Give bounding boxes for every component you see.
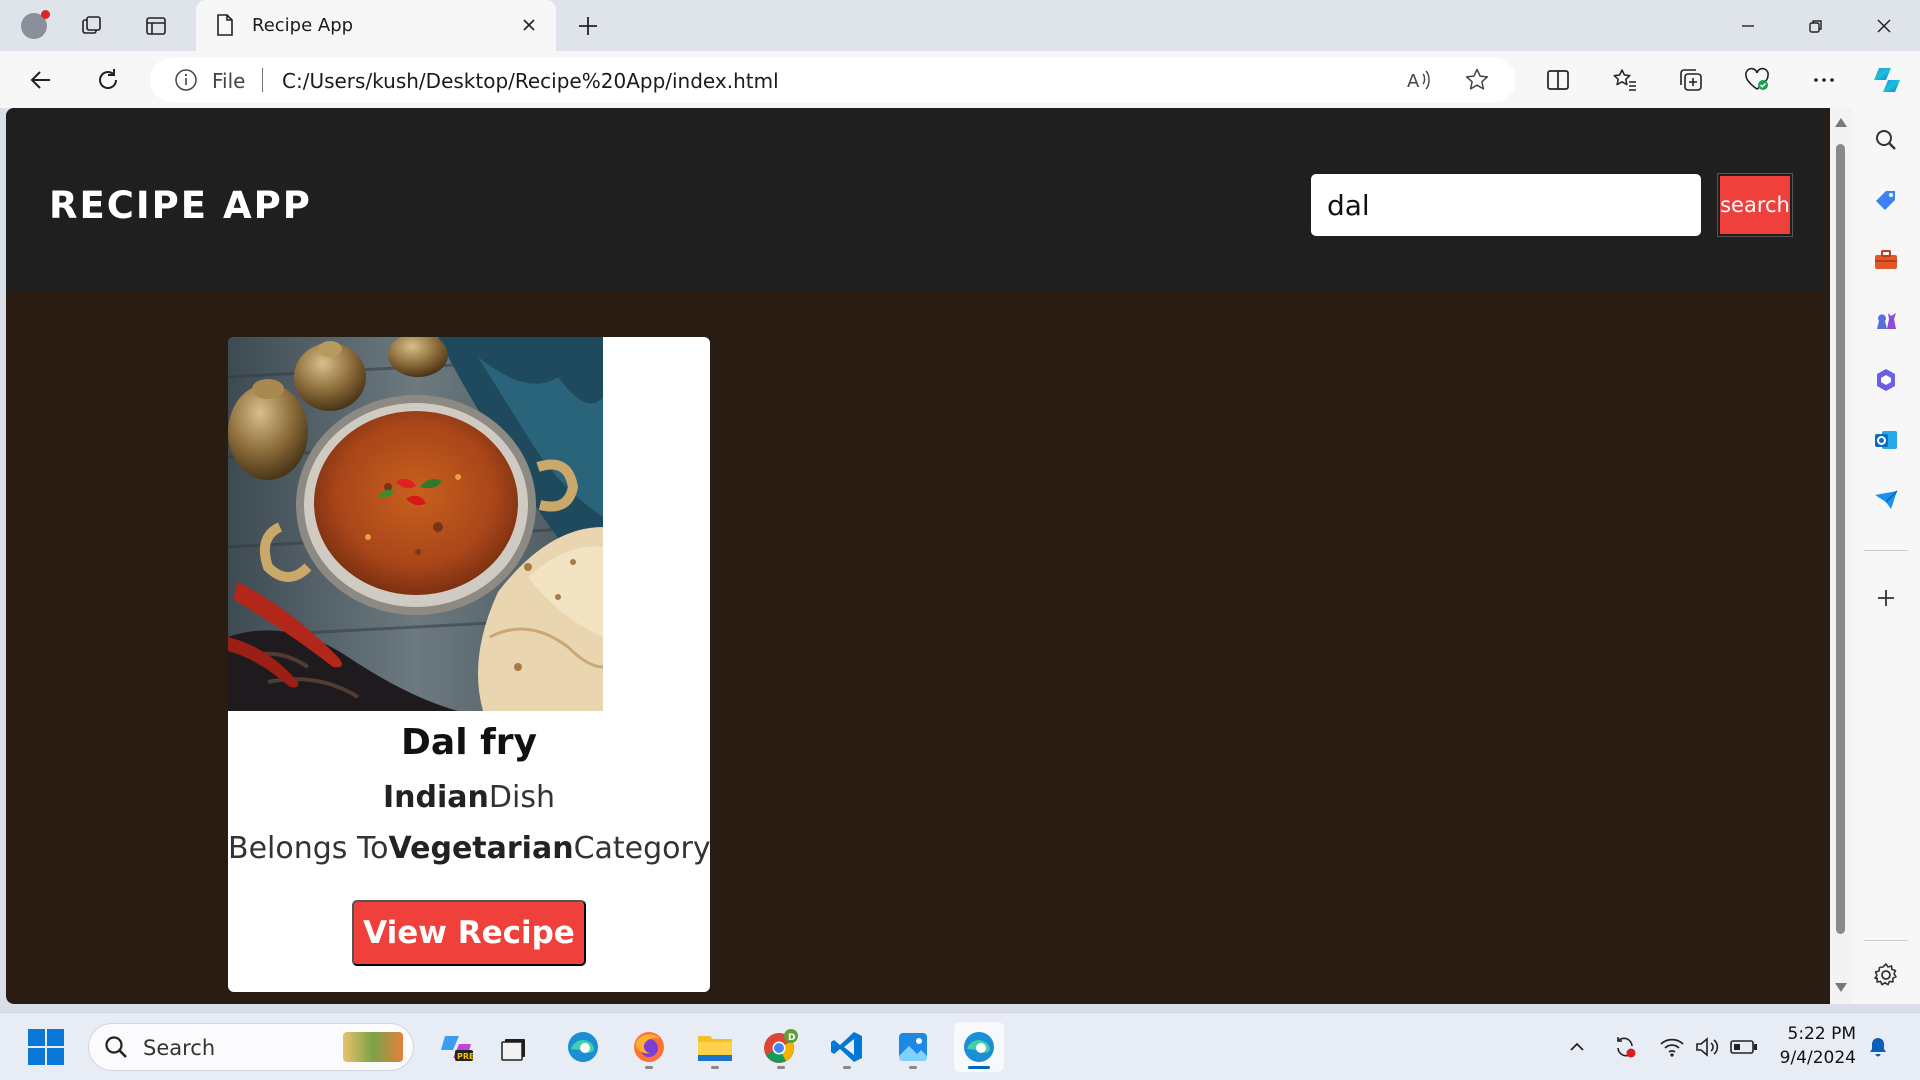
sync-alert-icon[interactable] <box>1609 1031 1641 1063</box>
chevron-up-icon[interactable] <box>1561 1031 1593 1063</box>
firefox-icon[interactable] <box>624 1022 674 1072</box>
wifi-icon[interactable] <box>1656 1031 1688 1063</box>
windows-taskbar: Search PRE D 5:22 PM 9/4/2024 <box>0 1012 1920 1080</box>
svg-text:D: D <box>788 1033 795 1043</box>
address-divider <box>262 68 263 92</box>
file-explorer-icon[interactable] <box>690 1022 740 1072</box>
task-view-icon[interactable] <box>490 1022 540 1072</box>
scroll-down-arrow-icon[interactable] <box>1835 983 1847 992</box>
search-icon[interactable] <box>1867 121 1905 159</box>
refresh-icon[interactable] <box>87 59 129 101</box>
vscode-icon[interactable] <box>822 1022 872 1072</box>
svg-text:PRE: PRE <box>457 1052 473 1061</box>
workspaces-icon[interactable] <box>74 8 110 44</box>
clock-date: 9/4/2024 <box>1779 1048 1856 1068</box>
close-icon[interactable] <box>512 8 546 42</box>
volume-icon[interactable] <box>1692 1031 1724 1063</box>
clock-time: 5:22 PM <box>1787 1024 1857 1044</box>
search-input[interactable] <box>1311 174 1701 236</box>
collections-icon[interactable] <box>1670 59 1712 101</box>
games-icon[interactable] <box>1867 301 1905 339</box>
scroll-up-arrow-icon[interactable] <box>1835 118 1847 127</box>
tab-actions-icon[interactable] <box>138 8 174 44</box>
recipe-category-prefix: Belongs To <box>228 831 389 866</box>
recipe-category-value: Vegetarian <box>388 831 574 866</box>
info-icon[interactable] <box>174 68 198 96</box>
app-header: RECIPE APP search <box>6 108 1824 292</box>
recipe-image <box>228 337 603 711</box>
outlook-icon[interactable] <box>1867 421 1905 459</box>
app-running-indicator <box>777 1066 785 1069</box>
address-bar[interactable]: File C:/Users/kush/Desktop/Recipe%20App/… <box>150 58 1516 102</box>
photos-icon[interactable] <box>888 1022 938 1072</box>
split-screen-icon[interactable] <box>1537 59 1579 101</box>
browser-essentials-icon[interactable] <box>1736 59 1778 101</box>
app-running-indicator <box>645 1066 653 1069</box>
browser-toolbar: File C:/Users/kush/Desktop/Recipe%20App/… <box>0 51 1920 108</box>
notification-bell-icon[interactable] <box>1862 1031 1894 1063</box>
recipe-category: Belongs ToVegetarianCategory <box>228 831 710 866</box>
taskbar-search-icon <box>103 1034 129 1064</box>
add-icon[interactable] <box>1867 579 1905 617</box>
tools-icon[interactable] <box>1867 241 1905 279</box>
edge-icon[interactable] <box>558 1022 608 1072</box>
view-recipe-button[interactable]: View Recipe <box>352 900 586 966</box>
address-scheme-label: File <box>212 69 246 93</box>
settings-icon[interactable] <box>1867 956 1905 994</box>
tab-title: Recipe App <box>252 15 354 36</box>
app-active-indicator <box>968 1066 990 1069</box>
page-icon <box>214 13 236 41</box>
taskbar-search-label: Search <box>143 1036 216 1060</box>
favorites-icon[interactable] <box>1604 59 1646 101</box>
recipe-card: Dal fry IndianDish Belongs ToVegetarianC… <box>228 337 710 992</box>
recipe-name: Dal fry <box>401 722 537 763</box>
copilot-pre-icon[interactable]: PRE <box>431 1022 481 1072</box>
taskbar-clock[interactable]: 5:22 PM 9/4/2024 <box>1760 1022 1856 1070</box>
scroll-thumb[interactable] <box>1836 144 1845 934</box>
app-running-indicator <box>711 1066 719 1069</box>
recipe-area-value: Indian <box>383 780 489 815</box>
restore-icon[interactable] <box>1784 0 1848 51</box>
minimize-icon[interactable] <box>1716 0 1780 51</box>
search-highlight-image <box>343 1032 403 1062</box>
address-url[interactable]: C:/Users/kush/Desktop/Recipe%20App/index… <box>282 69 779 93</box>
plus-icon[interactable] <box>570 8 606 44</box>
app-running-indicator <box>909 1066 917 1069</box>
browser-tab-active[interactable]: Recipe App <box>196 0 556 51</box>
more-icon[interactable] <box>1803 59 1845 101</box>
edge-active-icon[interactable] <box>954 1022 1004 1072</box>
browser-title-bar: Recipe App <box>0 0 1920 51</box>
app-running-indicator <box>843 1066 851 1069</box>
taskbar-search-box[interactable]: Search <box>88 1023 414 1071</box>
svg-text:A: A <box>1407 71 1420 92</box>
favorite-star-icon[interactable] <box>1460 63 1494 97</box>
recipe-area: IndianDish <box>228 780 710 815</box>
sidebar-divider <box>1864 550 1908 551</box>
chrome-icon[interactable]: D <box>756 1022 806 1072</box>
recipe-area-suffix: Dish <box>488 780 555 815</box>
search-button[interactable]: search <box>1718 174 1792 236</box>
window-close-icon[interactable] <box>1852 0 1916 51</box>
page-viewport: RECIPE APP search <box>6 108 1830 1004</box>
battery-icon[interactable] <box>1728 1031 1760 1063</box>
app-title: RECIPE APP <box>49 184 312 227</box>
recipe-category-suffix: Category <box>573 831 710 866</box>
profile-avatar-icon[interactable] <box>16 8 52 44</box>
read-aloud-icon[interactable]: A <box>1402 63 1436 97</box>
page-scrollbar[interactable] <box>1830 108 1852 1004</box>
edge-sidebar <box>1852 108 1920 1004</box>
copilot-icon[interactable] <box>1866 59 1908 101</box>
send-icon[interactable] <box>1867 481 1905 519</box>
office-icon[interactable] <box>1867 361 1905 399</box>
back-icon[interactable] <box>20 59 62 101</box>
shopping-icon[interactable] <box>1867 181 1905 219</box>
windows-start-icon[interactable] <box>26 1027 66 1067</box>
sidebar-divider-bottom <box>1864 940 1908 941</box>
